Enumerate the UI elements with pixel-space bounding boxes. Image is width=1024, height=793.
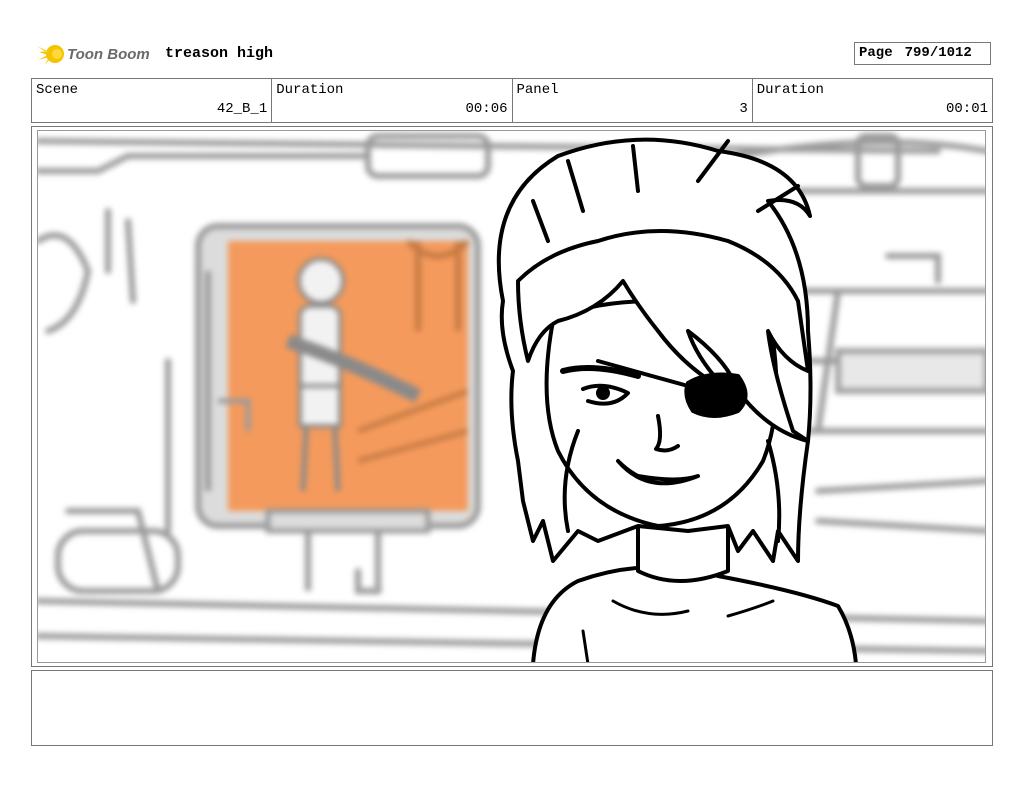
page-indicator: Page 799/1012 [854, 42, 991, 65]
toon-boom-logo: Toon Boom [33, 38, 158, 70]
starburst-icon [37, 45, 64, 65]
panel-duration-cell: Duration 00:01 [753, 79, 992, 122]
page-value: 799/1012 [904, 45, 972, 61]
scene-cell: Scene 42_B_1 [32, 79, 273, 122]
page-label: Page [859, 45, 893, 61]
project-title: treason high [165, 45, 274, 62]
scene-duration-value: 00:06 [465, 101, 508, 117]
panel-cell: Panel 3 [513, 79, 753, 122]
panel-info-row: Scene 42_B_1 Duration 00:06 Panel 3 Dura… [31, 78, 993, 123]
storyboard-panel-image [37, 130, 986, 663]
panel-label: Panel [516, 82, 559, 98]
character-drawing [496, 137, 858, 662]
panel-duration-label: Duration [756, 82, 824, 98]
orange-monitor [195, 223, 481, 591]
scene-label: Scene [36, 82, 79, 98]
logo-text: Toon Boom [67, 46, 150, 63]
panel-notes-box [31, 670, 993, 746]
scene-value: 42_B_1 [216, 101, 268, 117]
panel-duration-value: 00:01 [945, 101, 988, 117]
panel-value: 3 [739, 101, 748, 117]
scene-duration-cell: Duration 00:06 [272, 79, 513, 122]
scene-duration-label: Duration [276, 82, 344, 98]
